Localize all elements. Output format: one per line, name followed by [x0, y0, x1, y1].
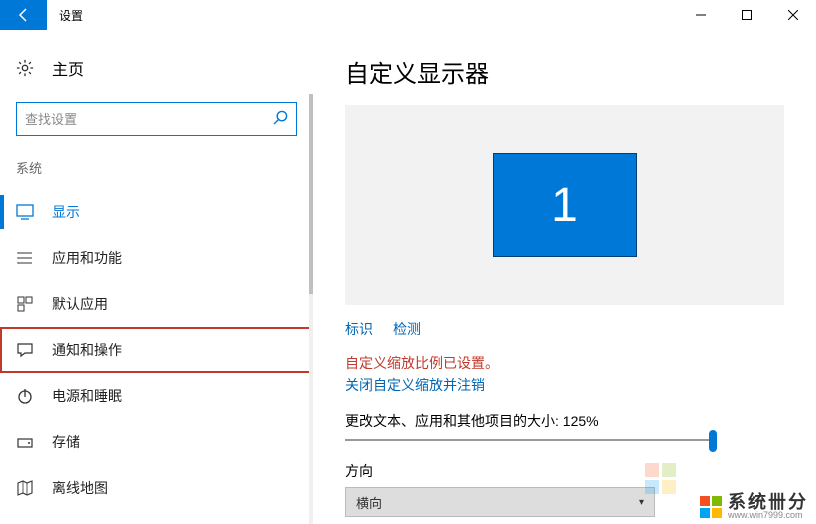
orientation-dropdown[interactable]: 横向 ▾ [345, 487, 655, 517]
sidebar-item-power[interactable]: 电源和睡眠 [0, 373, 313, 419]
sidebar-item-storage[interactable]: 存储 [0, 419, 313, 465]
content-pane: 自定义显示器 1 标识 检测 自定义缩放比例已设置。 关闭自定义缩放并注销 更改… [313, 30, 816, 524]
search-input[interactable] [25, 112, 273, 127]
maximize-button[interactable] [724, 0, 770, 30]
scale-slider[interactable] [345, 439, 715, 441]
watermark-url: www.win7999.com [728, 511, 808, 520]
ghost-logo [645, 463, 676, 494]
watermark-brand: 系统卌分 [728, 493, 808, 511]
watermark-logo-icon [700, 496, 722, 518]
sidebar-item-label: 显示 [52, 202, 80, 222]
sidebar-item-label: 电源和睡眠 [52, 386, 122, 406]
orientation-value: 横向 [356, 493, 382, 512]
scaling-warning: 自定义缩放比例已设置。 [345, 353, 784, 373]
orientation-label: 方向 [345, 461, 784, 481]
sidebar-item-display[interactable]: 显示 [0, 189, 313, 235]
monitor-icon [16, 203, 34, 221]
sidebar-item-apps[interactable]: 应用和功能 [0, 235, 313, 281]
search-input-container[interactable] [16, 102, 297, 136]
sidebar-item-label: 离线地图 [52, 478, 108, 498]
storage-icon [16, 433, 34, 451]
power-icon [16, 387, 34, 405]
sidebar-item-label: 存储 [52, 432, 80, 452]
close-button[interactable] [770, 0, 816, 30]
section-label: 系统 [0, 136, 313, 183]
watermark: 系统卌分 www.win7999.com [700, 493, 808, 520]
sidebar-item-label: 默认应用 [52, 294, 108, 314]
sidebar: 主页 系统 显示 应用和功能 默认应用 通知和操作 [0, 30, 313, 524]
scale-label: 更改文本、应用和其他项目的大小: 125% [345, 411, 784, 431]
titlebar-spacer [95, 0, 678, 30]
scale-slider-thumb[interactable] [709, 430, 717, 452]
search-icon [273, 110, 288, 129]
home-label: 主页 [52, 56, 84, 80]
back-button[interactable] [0, 0, 47, 30]
map-icon [16, 479, 34, 497]
list-icon [16, 249, 34, 267]
sidebar-item-label: 通知和操作 [52, 340, 122, 360]
sidebar-item-maps[interactable]: 离线地图 [0, 465, 313, 511]
chat-icon [16, 341, 34, 359]
disable-scaling-link[interactable]: 关闭自定义缩放并注销 [345, 375, 784, 395]
sidebar-item-label: 应用和功能 [52, 248, 122, 268]
chevron-down-icon: ▾ [639, 497, 644, 508]
detect-link[interactable]: 检测 [393, 319, 421, 339]
identify-link[interactable]: 标识 [345, 319, 373, 339]
gear-icon [16, 59, 34, 77]
monitor-tile-1[interactable]: 1 [493, 153, 637, 257]
page-title: 自定义显示器 [345, 54, 784, 89]
minimize-button[interactable] [678, 0, 724, 30]
nav-list: 显示 应用和功能 默认应用 通知和操作 电源和睡眠 存储 [0, 189, 313, 511]
display-preview: 1 [345, 105, 784, 305]
home-button[interactable]: 主页 [0, 48, 313, 88]
defaults-icon [16, 295, 34, 313]
sidebar-item-default-apps[interactable]: 默认应用 [0, 281, 313, 327]
sidebar-item-notifications[interactable]: 通知和操作 [0, 327, 313, 373]
window-title: 设置 [47, 0, 95, 30]
